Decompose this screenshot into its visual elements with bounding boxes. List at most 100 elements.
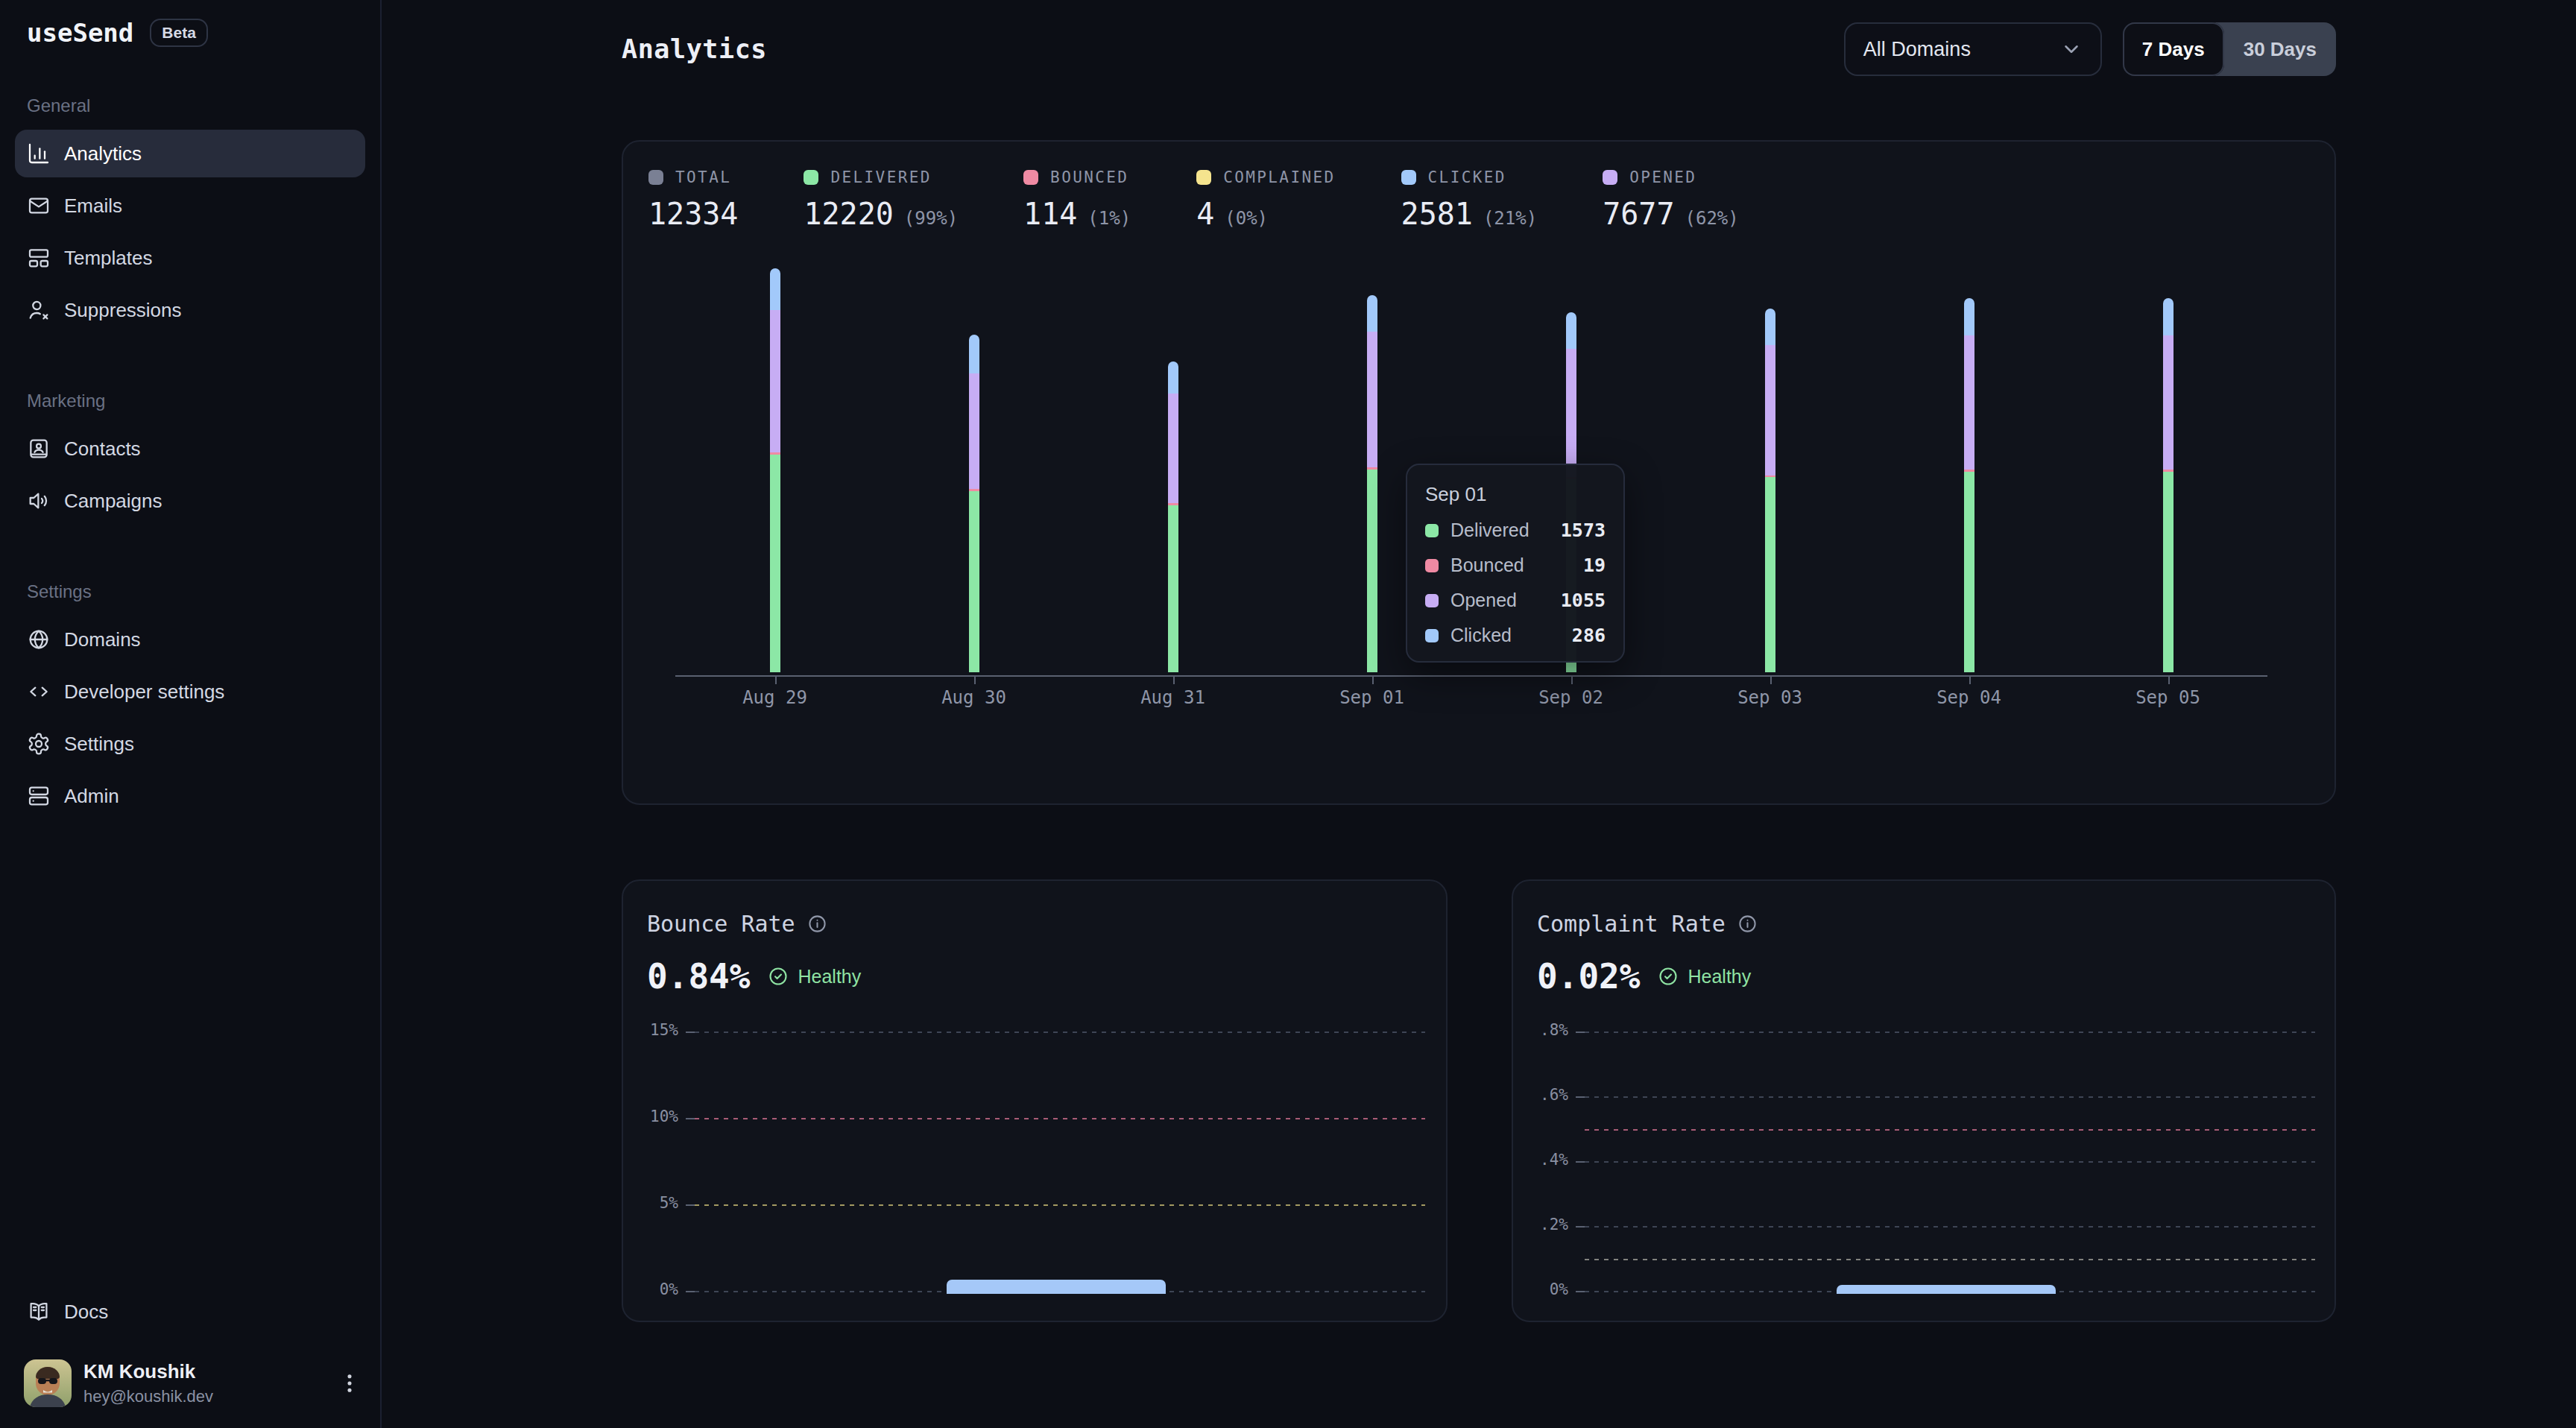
x-axis-label: Sep 02 — [1538, 687, 1603, 708]
sidebar-nav: GeneralAnalyticsEmailsTemplatesSuppressi… — [15, 95, 365, 820]
stat-total: TOTAL12334 — [648, 168, 738, 231]
nav-section-general: GeneralAnalyticsEmailsTemplatesSuppressi… — [15, 95, 365, 334]
x-axis-label: Sep 03 — [1737, 687, 1802, 708]
user-name: KM Koushik — [83, 1360, 213, 1383]
speaker-icon — [27, 489, 51, 513]
rate-bar[interactable] — [947, 1280, 1166, 1294]
x-axis-line — [675, 675, 2267, 677]
y-axis-label: 15% — [643, 1021, 678, 1039]
page-header: Analytics All Domains 7 Days30 Days — [622, 22, 2336, 76]
nav-section-settings: SettingsDomainsDeveloper settingsSetting… — [15, 581, 365, 820]
logo-row: useSend Beta — [15, 18, 365, 48]
range-option-30-days[interactable]: 30 Days — [2224, 22, 2336, 76]
stacked-bar-sep-04[interactable] — [1964, 298, 1974, 672]
stacked-bar-aug-31[interactable] — [1168, 361, 1178, 672]
stat-opened: OPENED7677(62%) — [1603, 168, 1739, 231]
docs-label: Docs — [64, 1301, 108, 1324]
bounce-rate-title: Bounce Rate — [647, 911, 795, 937]
code-icon — [27, 680, 51, 704]
stacked-bar-sep-05[interactable] — [2163, 298, 2174, 672]
sidebar-item-docs[interactable]: Docs — [15, 1288, 365, 1336]
x-axis-label: Sep 01 — [1339, 687, 1404, 708]
complaint-rate-chart: .8%.6%.4%.2%0% — [1532, 1015, 2315, 1307]
y-axis-label: .8% — [1532, 1021, 1568, 1039]
sidebar-item-domains[interactable]: Domains — [15, 616, 365, 663]
avatar — [24, 1359, 72, 1407]
x-axis-tick — [1571, 677, 1573, 684]
stat-complained: COMPLAINED4(0%) — [1196, 168, 1335, 231]
app-logo: useSend — [27, 18, 133, 48]
stacked-bar-sep-01[interactable] — [1367, 295, 1377, 672]
globe-icon — [27, 628, 51, 651]
gridline-grid — [1585, 1096, 2315, 1098]
stat-dot — [648, 170, 663, 185]
complaint-status-badge: Healthy — [1658, 966, 1751, 988]
sidebar-item-settings[interactable]: Settings — [15, 720, 365, 768]
mail-icon — [27, 194, 51, 218]
stacked-bar-aug-29[interactable] — [770, 268, 780, 672]
sidebar-item-templates[interactable]: Templates — [15, 234, 365, 282]
y-axis-label: 5% — [643, 1194, 678, 1212]
stat-dot — [804, 170, 818, 185]
summary-stats-row: TOTAL12334 DELIVERED12220(99%) BOUNCED114(… — [623, 142, 2334, 231]
user-email: hey@koushik.dev — [83, 1387, 213, 1406]
stacked-bar-aug-30[interactable] — [969, 335, 979, 672]
analytics-chart-card: TOTAL12334 DELIVERED12220(99%) BOUNCED114(… — [622, 140, 2336, 805]
beta-badge: Beta — [150, 19, 208, 47]
x-axis-tick — [974, 677, 976, 684]
x-axis-tick — [1770, 677, 1772, 684]
sidebar-item-campaigns[interactable]: Campaigns — [15, 477, 365, 525]
gear-icon — [27, 732, 51, 756]
sidebar-item-emails[interactable]: Emails — [15, 182, 365, 230]
tooltip-row-bounced: Bounced19 — [1425, 555, 1606, 576]
user-menu-button[interactable] — [337, 1371, 365, 1396]
x-axis-label: Aug 31 — [1140, 687, 1205, 708]
user-x-icon — [27, 298, 51, 322]
sidebar-item-suppressions[interactable]: Suppressions — [15, 286, 365, 334]
x-axis-tick — [775, 677, 777, 684]
gridline-warning — [695, 1204, 1425, 1206]
section-label-marketing: Marketing — [15, 391, 365, 411]
gridline-warning — [1585, 1259, 2315, 1260]
sidebar-item-developer-settings[interactable]: Developer settings — [15, 668, 365, 715]
domain-select-value: All Domains — [1863, 38, 1971, 61]
sidebar: useSend Beta GeneralAnalyticsEmailsTempl… — [0, 0, 382, 1428]
stat-bounced: BOUNCED114(1%) — [1023, 168, 1131, 231]
bounce-rate-chart: 15%10%5%0% — [643, 1015, 1425, 1307]
stacked-bar-sep-03[interactable] — [1765, 309, 1775, 672]
domain-select[interactable]: All Domains — [1844, 22, 2102, 76]
stat-dot — [1603, 170, 1617, 185]
page-title: Analytics — [622, 34, 767, 64]
rate-cards-row: Bounce Rate 0.84% Healthy 15% 10% 5% 0% — [622, 879, 2336, 1322]
y-axis-label: 0% — [1532, 1280, 1568, 1298]
y-axis-label: .2% — [1532, 1216, 1568, 1233]
stat-dot — [1401, 170, 1416, 185]
chart-column-icon — [27, 142, 51, 165]
stat-delivered: DELIVERED12220(99%) — [804, 168, 958, 231]
sidebar-item-contacts[interactable]: Contacts — [15, 425, 365, 473]
x-axis-label: Aug 29 — [742, 687, 807, 708]
y-axis-label: 10% — [643, 1108, 678, 1125]
sidebar-bottom: Docs — [15, 1288, 365, 1407]
nav-section-marketing: Marketing ContactsCampaigns — [15, 391, 365, 525]
complaint-rate-card: Complaint Rate 0.02% Healthy .8%.6%.4%.2… — [1512, 879, 2336, 1322]
rate-bar[interactable] — [1837, 1285, 2056, 1294]
complaint-rate-value: 0.02% — [1537, 956, 1640, 996]
main-area: Analytics All Domains 7 Days30 Days TOTA… — [382, 0, 2576, 1428]
x-axis-tick — [2168, 677, 2170, 684]
sidebar-item-admin[interactable]: Admin — [15, 772, 365, 820]
check-circle-icon — [768, 966, 789, 987]
gridline-grid — [1585, 1161, 2315, 1163]
bounce-rate-value: 0.84% — [647, 956, 750, 996]
tooltip-row-clicked: Clicked286 — [1425, 625, 1606, 646]
sidebar-item-analytics[interactable]: Analytics — [15, 130, 365, 177]
x-axis-tick — [1173, 677, 1175, 684]
info-icon[interactable] — [807, 914, 827, 934]
complaint-rate-title: Complaint Rate — [1537, 911, 1726, 937]
gridline-grid — [1585, 1031, 2315, 1033]
range-toggle: 7 Days30 Days — [2123, 22, 2336, 76]
user-row[interactable]: KM Koushik hey@koushik.dev — [15, 1359, 365, 1407]
info-icon[interactable] — [1737, 914, 1758, 934]
x-axis-label: Sep 05 — [2135, 687, 2200, 708]
range-option-7-days[interactable]: 7 Days — [2123, 22, 2224, 76]
